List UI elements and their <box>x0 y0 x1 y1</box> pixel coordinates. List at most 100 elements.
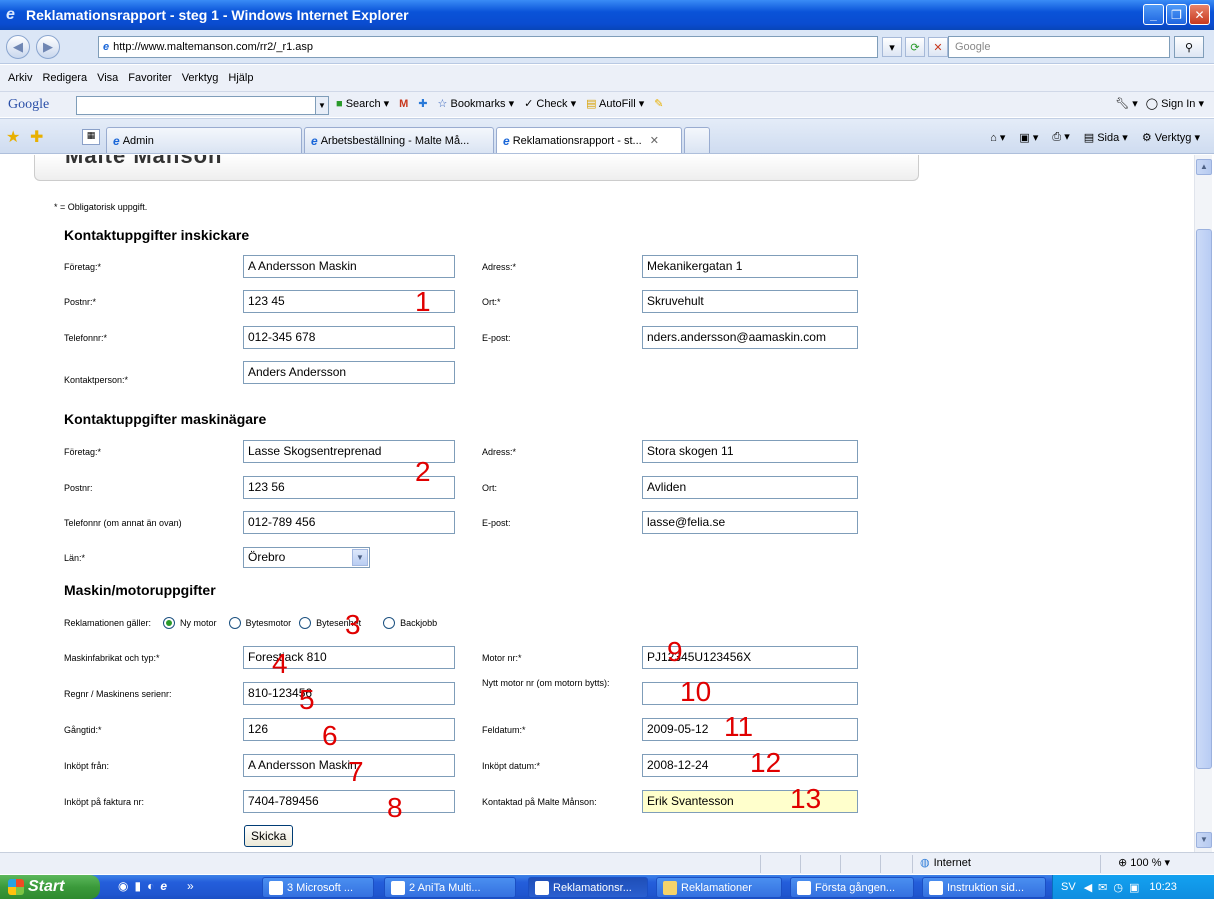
zoom-icon: ⊕ <box>1118 857 1128 869</box>
radio-backjobb[interactable] <box>383 617 396 629</box>
url-dropdown-button[interactable]: ▾ <box>882 37 902 57</box>
status-divider <box>880 855 881 873</box>
tools-menu[interactable]: ⚙ Verktyg ▾ <box>1142 131 1200 144</box>
zoom-level[interactable]: ⊕ 100 % ▾ <box>1118 856 1170 869</box>
input-sender-telefon[interactable]: 012-345 678 <box>243 326 455 349</box>
ie-icon: e <box>311 133 318 148</box>
print-icon[interactable]: ⎙ ▾ <box>1052 130 1069 144</box>
autofill-button[interactable]: ▤ AutoFill ▾ <box>586 97 644 110</box>
check-button[interactable]: ✓ Check ▾ <box>524 97 576 110</box>
tab-arbetsbestallning[interactable]: e Arbetsbeställning - Malte Må... <box>304 127 494 153</box>
forward-button[interactable]: ▶ <box>36 34 60 59</box>
menu-favoriter[interactable]: Favoriter <box>128 72 171 84</box>
input-sender-epost[interactable]: nders.andersson@aamaskin.com <box>642 326 858 349</box>
google-search-dropdown[interactable]: ▼ <box>316 96 329 115</box>
stop-button[interactable]: ✕ <box>928 37 948 57</box>
favorites-star-icon[interactable]: ★ <box>6 127 20 147</box>
google-search-input[interactable] <box>76 96 316 115</box>
page-menu[interactable]: ▤ Sida ▾ <box>1084 131 1128 144</box>
feeds-icon[interactable]: ▣ ▾ <box>1019 131 1038 144</box>
task-microsoft[interactable]: 3 Microsoft ... <box>262 877 374 898</box>
url-input[interactable]: e http://www.maltemanson.com/rr2/_r1.asp <box>98 36 878 58</box>
radio-ny-motor[interactable] <box>163 617 176 629</box>
bookmarks-button[interactable]: ☆ Bookmarks ▾ <box>438 97 515 110</box>
menu-bar: Arkiv Redigera Visa Favoriter Verktyg Hj… <box>0 65 1214 91</box>
search-button[interactable]: ⚲ <box>1174 36 1204 58</box>
security-zone[interactable]: ◍ Internet <box>920 856 971 870</box>
input-sender-adress[interactable]: Mekanikergatan 1 <box>642 255 858 278</box>
plus-icon[interactable]: ✚ <box>418 97 427 110</box>
refresh-button[interactable]: ⟳ <box>905 37 925 57</box>
google-search-button[interactable]: ■ Search ▾ <box>336 97 389 110</box>
input-nytt-motornr[interactable] <box>642 682 858 705</box>
input-owner-telefon[interactable]: 012-789 456 <box>243 511 455 534</box>
task-reklamationsrapport[interactable]: Reklamationsr... <box>528 877 648 898</box>
label-telefon-other: Telefonnr (om annat än ovan) <box>64 518 182 528</box>
language-indicator[interactable]: SV <box>1061 881 1076 893</box>
scroll-up-button[interactable]: ▲ <box>1196 159 1212 175</box>
status-divider <box>760 855 761 873</box>
minimize-button[interactable]: _ <box>1143 4 1164 25</box>
start-button[interactable]: Start <box>0 875 100 899</box>
input-owner-epost[interactable]: lasse@felia.se <box>642 511 858 534</box>
app-icon[interactable]: ◐ <box>147 879 154 893</box>
app-icon[interactable]: ▮ <box>134 879 141 893</box>
network-tray-icon[interactable]: ▣ <box>1129 881 1139 894</box>
pencil-icon[interactable]: ✎ <box>654 97 663 110</box>
label-telefon: Telefonnr:* <box>64 333 108 343</box>
task-instruktion[interactable]: Instruktion sid... <box>922 877 1046 898</box>
task-forsta-gangen[interactable]: Första gången... <box>790 877 914 898</box>
scroll-down-button[interactable]: ▼ <box>1196 832 1212 848</box>
menu-visa[interactable]: Visa <box>97 72 118 84</box>
close-tab-icon[interactable]: ✕ <box>650 134 659 147</box>
sign-in-button[interactable]: ◯ Sign In ▾ <box>1146 97 1204 110</box>
clock-tray-icon[interactable]: ◷ <box>1113 881 1123 894</box>
home-icon[interactable]: ⌂ ▾ <box>990 131 1005 144</box>
tab-reklamationsrapport[interactable]: e Reklamationsrapport - st... ✕ <box>496 127 682 153</box>
input-faktura[interactable]: 7404-789456 <box>243 790 455 813</box>
more-icon[interactable]: » <box>187 879 194 893</box>
tray-back-icon[interactable]: ◀ <box>1084 881 1092 894</box>
radio-bytesmotor[interactable] <box>228 617 241 629</box>
ie-icon[interactable]: e <box>160 879 167 893</box>
input-gangtid[interactable]: 126 <box>243 718 455 741</box>
mail-tray-icon[interactable]: ✉ <box>1098 881 1107 894</box>
header-band: Malte Månson <box>34 155 919 181</box>
menu-redigera[interactable]: Redigera <box>42 72 87 84</box>
menu-verktyg[interactable]: Verktyg <box>182 72 219 84</box>
task-anita[interactable]: 2 AniTa Multi... <box>384 877 516 898</box>
input-sender-kontaktperson[interactable]: Anders Andersson <box>243 361 455 384</box>
menu-arkiv[interactable]: Arkiv <box>8 72 32 84</box>
new-tab-button[interactable] <box>684 127 710 153</box>
back-button[interactable]: ◀ <box>6 34 30 59</box>
status-divider <box>1100 855 1101 873</box>
chevron-down-icon[interactable]: ▼ <box>352 549 368 566</box>
quick-tabs-button[interactable]: ▦ <box>82 129 100 145</box>
settings-wrench-icon[interactable]: 🔧︎ ▾ <box>1115 97 1138 110</box>
radio-bytesenhet[interactable] <box>299 617 312 629</box>
submit-button[interactable]: Skicka <box>244 825 294 847</box>
input-kontaktad[interactable]: Erik Svantesson <box>642 790 858 813</box>
label-feldatum: Feldatum:* <box>482 725 526 735</box>
section-title-owner: Kontaktuppgifter maskinägare <box>64 411 267 427</box>
input-sender-ort[interactable]: Skruvehult <box>642 290 858 313</box>
menu-hjalp[interactable]: Hjälp <box>228 72 253 84</box>
label-adress: Adress:* <box>482 262 517 272</box>
search-input[interactable]: Google <box>948 36 1170 58</box>
outlook-icon[interactable]: ◉ <box>118 879 128 893</box>
scroll-thumb[interactable] <box>1196 229 1212 769</box>
input-sender-foretag[interactable]: A Andersson Maskin <box>243 255 455 278</box>
tab-admin[interactable]: e Admin <box>106 127 302 153</box>
maximize-button[interactable]: ❐ <box>1166 4 1187 25</box>
input-regnr[interactable]: 810-123456 <box>243 682 455 705</box>
input-owner-ort[interactable]: Avliden <box>642 476 858 499</box>
task-reklamationer[interactable]: Reklamationer <box>656 877 782 898</box>
close-button[interactable]: ✕ <box>1189 4 1210 25</box>
select-lan[interactable]: Örebro ▼ <box>243 547 370 568</box>
vertical-scrollbar[interactable]: ▲ ▼ <box>1194 155 1212 852</box>
mail-icon[interactable]: M <box>399 98 408 110</box>
input-owner-adress[interactable]: Stora skogen 11 <box>642 440 858 463</box>
add-favorites-icon[interactable]: ✚ <box>30 127 43 147</box>
page-icon: e <box>103 41 110 53</box>
annotation-1: 1 <box>415 286 431 317</box>
